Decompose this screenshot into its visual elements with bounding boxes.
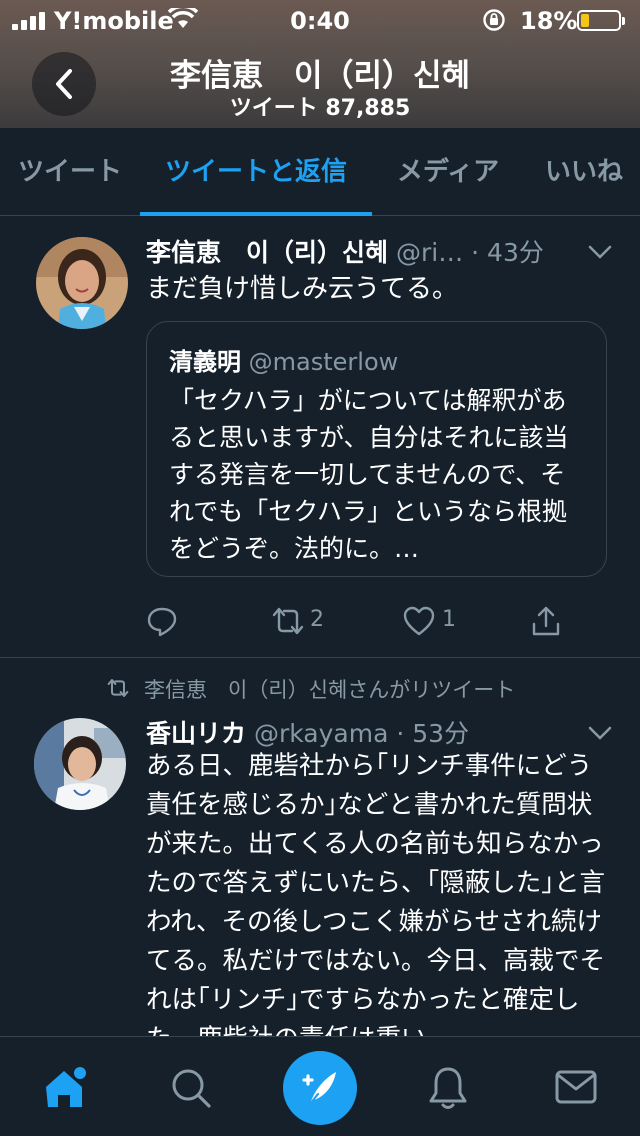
tweet-header: 香山リカ @rkayama · 53分 (146, 714, 469, 750)
reply-button[interactable] (146, 601, 186, 641)
tweet-time: · 53分 (396, 719, 470, 748)
author-name[interactable]: 李信恵 이（리）신혜 (146, 238, 388, 267)
notifications-icon (429, 1067, 467, 1109)
back-button[interactable] (32, 52, 96, 116)
tab-tweets[interactable]: ツイート (0, 128, 140, 216)
profile-name: 李信恵 이（리）신혜 (169, 58, 471, 94)
chevron-down-icon[interactable] (588, 726, 612, 740)
retweet-button[interactable]: 2 (270, 601, 340, 641)
author-handle[interactable]: @rkayama (254, 719, 388, 748)
tab-likes[interactable]: いいね (528, 128, 640, 216)
battery-icon (577, 10, 625, 31)
tweet[interactable]: 李信恵 이（리）신혜 @ri… · 43分 まだ負け惜しみ云うてる。 清義明 @… (0, 217, 640, 657)
status-bar: Y!mobile 0:40 18% (0, 0, 640, 40)
avatar[interactable] (36, 237, 128, 329)
tweet-actions: 2 1 (146, 601, 616, 641)
retweet-icon (107, 679, 129, 697)
compose-button[interactable] (283, 1051, 357, 1125)
tweet-count: ツイート 87,885 (229, 96, 411, 121)
rotation-lock-icon (483, 9, 505, 31)
quote-text: 「セクハラ」がについては解釈があると思いますが、自分はそれに該当する発言を一切し… (169, 386, 569, 563)
tweet[interactable]: 李信恵 이（리）신혜さんがリツイート 香山リカ @rkayama · 53分 あ… (0, 658, 640, 1036)
tweet-header: 李信恵 이（리）신혜 @ri… · 43分 (146, 233, 544, 269)
avatar[interactable] (34, 718, 126, 810)
home-icon (46, 1067, 86, 1107)
author-name[interactable]: 香山リカ (146, 719, 246, 748)
profile-tabs: ツイート ツイートと返信 メディア いいね (0, 128, 640, 216)
share-button[interactable] (530, 601, 566, 641)
quote-header: 清義明 @masterlow (169, 342, 398, 377)
author-handle[interactable]: @ri… (396, 238, 463, 267)
search-icon (172, 1069, 211, 1108)
quote-author-name: 清義明 (169, 348, 241, 376)
nav-messages[interactable] (512, 1037, 640, 1136)
tweet-time: · 43分 (471, 238, 544, 267)
nav-notifications[interactable] (384, 1037, 512, 1136)
messages-icon (555, 1070, 597, 1104)
retweet-indicator: 李信恵 이（리）신혜さんがリツイート (106, 674, 515, 704)
quote-author-handle: @masterlow (248, 348, 399, 376)
chevron-down-icon[interactable] (588, 245, 612, 259)
heart-icon (403, 606, 435, 636)
tab-media[interactable]: メディア (376, 128, 520, 216)
like-count: 1 (442, 607, 456, 632)
retweet-count: 2 (310, 607, 324, 632)
reply-icon (147, 607, 177, 637)
battery-percentage: 18% (520, 7, 578, 35)
compose-icon (302, 1072, 336, 1106)
active-tab-indicator (140, 212, 372, 216)
tab-tweets-and-replies[interactable]: ツイートと返信 (140, 128, 372, 216)
quoted-tweet[interactable]: 清義明 @masterlow 「セクハラ」がについては解釈があると思いますが、自… (146, 321, 607, 577)
chevron-left-icon (56, 69, 72, 99)
retweeted-by-label[interactable]: 李信恵 이（리）신혜さんがリツイート (144, 678, 515, 702)
tweet-text: ある日、鹿砦社から｢リンチ事件にどう責任を感じるか｣などと書かれた質問状が来た。… (146, 751, 606, 1036)
bottom-navigation (0, 1036, 640, 1136)
share-icon (532, 606, 560, 636)
like-button[interactable]: 1 (402, 601, 462, 641)
nav-search[interactable] (128, 1037, 256, 1136)
tweet-text: まだ負け惜しみ云うてる。 (146, 274, 459, 304)
profile-header: Y!mobile 0:40 18% 李信恵 이（리）신혜 ツイート 87,885 (0, 0, 640, 128)
nav-home[interactable] (0, 1037, 128, 1136)
retweet-icon (272, 607, 304, 635)
